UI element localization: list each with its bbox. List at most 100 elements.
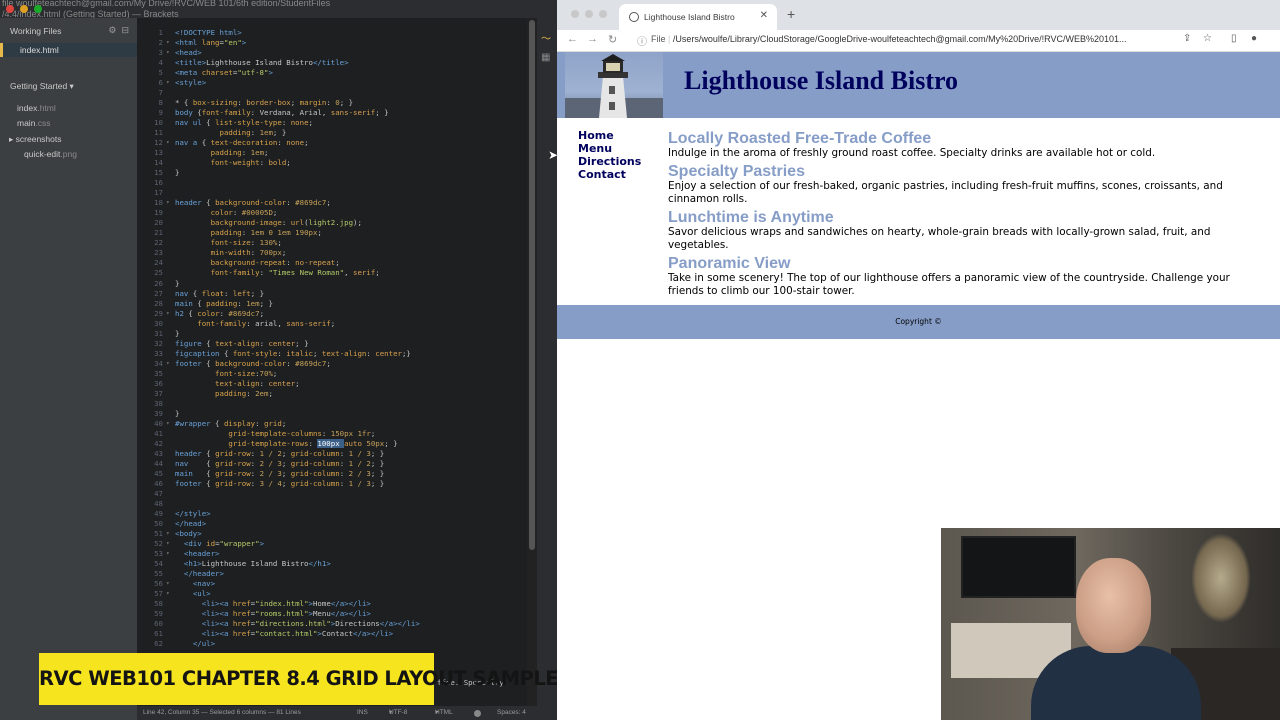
code-line[interactable]: </ul>: [175, 639, 215, 648]
language-select[interactable]: HTML ▾: [435, 706, 453, 720]
sidepanel-icon[interactable]: ▯: [1231, 33, 1237, 44]
code-line[interactable]: <div id="wrapper">: [175, 539, 264, 548]
code-line[interactable]: footer { background-color: #869dc7;: [175, 359, 331, 368]
close-tab-icon[interactable]: ✕: [760, 10, 768, 21]
gear-icon[interactable]: ⚙: [108, 25, 116, 35]
code-line[interactable]: <title>Lighthouse Island Bistro</title>: [175, 58, 349, 67]
code-line[interactable]: <style>: [175, 78, 206, 87]
browser-tab[interactable]: Lighthouse Island Bistro ✕: [619, 4, 777, 30]
profile-icon[interactable]: ●: [1251, 33, 1257, 44]
code-line[interactable]: <html lang="en">: [175, 38, 246, 47]
fold-arrow-icon[interactable]: ▾: [166, 39, 170, 46]
fold-arrow-icon[interactable]: ▾: [166, 360, 170, 367]
url-field[interactable]: File | /Users/woulfe/Library/CloudStorag…: [651, 34, 1127, 44]
code-line[interactable]: background-repeat: no-repeat;: [175, 258, 340, 267]
fold-arrow-icon[interactable]: ▾: [166, 420, 170, 427]
new-tab-icon[interactable]: +: [787, 6, 795, 22]
nav-link-home[interactable]: Home: [578, 129, 641, 142]
indent-setting[interactable]: Spaces: 4: [497, 706, 526, 720]
code-line[interactable]: </head>: [175, 519, 206, 528]
code-line[interactable]: color: #00005D;: [175, 208, 278, 217]
code-line[interactable]: nav ul { list-style-type: none;: [175, 118, 313, 127]
code-line[interactable]: figure { text-align: center; }: [175, 339, 309, 348]
maximize-window-icon[interactable]: [34, 5, 42, 13]
code-line[interactable]: footer { grid-row: 3 / 4; grid-column: 1…: [175, 479, 384, 488]
code-line[interactable]: <body>: [175, 529, 202, 538]
share-icon[interactable]: ⇪: [1183, 33, 1191, 44]
working-file-index[interactable]: index.html: [20, 45, 59, 55]
fold-arrow-icon[interactable]: ▾: [166, 49, 170, 56]
code-line[interactable]: nav a { text-decoration: none;: [175, 138, 309, 147]
encoding-select[interactable]: UTF-8 ▾: [389, 706, 407, 720]
fold-arrow-icon[interactable]: ▾: [166, 310, 170, 317]
code-line[interactable]: header { background-color: #869dc7;: [175, 198, 331, 207]
insert-mode[interactable]: INS: [357, 706, 368, 720]
fold-arrow-icon[interactable]: ▾: [166, 590, 170, 597]
code-line[interactable]: text-align: center;: [175, 379, 300, 388]
code-line[interactable]: <li><a href="directions.html">Directions…: [175, 619, 420, 628]
code-line[interactable]: <li><a href="index.html">Home</a></li>: [175, 599, 371, 608]
nav-link-contact[interactable]: Contact: [578, 168, 641, 181]
nav-link-directions[interactable]: Directions: [578, 155, 641, 168]
code-line[interactable]: font-size:70%;: [175, 369, 277, 378]
info-icon[interactable]: ⓘ: [637, 33, 647, 48]
code-line[interactable]: }: [175, 279, 179, 288]
code-line[interactable]: }: [175, 329, 179, 338]
code-line[interactable]: <meta charset="utf-8">: [175, 68, 273, 77]
code-line[interactable]: min-width: 700px;: [175, 248, 287, 257]
code-line[interactable]: <li><a href="contact.html">Contact</a></…: [175, 629, 393, 638]
file-tree-item-main-css[interactable]: main.css: [17, 118, 51, 128]
code-line[interactable]: <!DOCTYPE html>: [175, 28, 242, 37]
fold-arrow-icon[interactable]: ▾: [166, 530, 170, 537]
code-line[interactable]: <h1>Lighthouse Island Bistro</h1>: [175, 559, 331, 568]
code-line[interactable]: * { box-sizing: border-box; margin: 0; }: [175, 98, 353, 107]
code-line[interactable]: }: [175, 409, 179, 418]
fold-arrow-icon[interactable]: ▾: [166, 139, 170, 146]
fold-arrow-icon[interactable]: ▾: [166, 79, 170, 86]
code-line[interactable]: </style>: [175, 509, 211, 518]
forward-icon[interactable]: →: [587, 33, 598, 45]
code-line[interactable]: main { padding: 1em; }: [175, 299, 273, 308]
code-line[interactable]: padding: 1em;: [175, 148, 269, 157]
code-line[interactable]: nav { float: left; }: [175, 289, 264, 298]
project-dropdown[interactable]: Getting Started ▾: [10, 81, 74, 92]
fold-arrow-icon[interactable]: ▾: [166, 550, 170, 557]
code-line[interactable]: h2 { color: #869dc7;: [175, 309, 264, 318]
split-view-icon[interactable]: ⊟: [121, 25, 129, 35]
code-line[interactable]: #wrapper { display: grid;: [175, 419, 286, 428]
bookmark-star-icon[interactable]: ☆: [1203, 33, 1212, 44]
fold-arrow-icon[interactable]: ▾: [166, 199, 170, 206]
code-line[interactable]: <ul>: [175, 589, 211, 598]
minimize-window-icon[interactable]: [585, 10, 593, 18]
editor-scrollbar-thumb[interactable]: [529, 20, 535, 550]
code-line[interactable]: padding: 1em; }: [175, 128, 287, 137]
code-line[interactable]: font-size: 130%;: [175, 238, 282, 247]
reload-icon[interactable]: ↻: [608, 33, 617, 46]
folder-screenshots[interactable]: ▸ screenshots: [9, 134, 62, 145]
fold-arrow-icon[interactable]: ▾: [166, 540, 170, 547]
nav-link-menu[interactable]: Menu: [578, 142, 641, 155]
code-line[interactable]: <nav>: [175, 579, 215, 588]
back-icon[interactable]: ←: [567, 33, 578, 45]
code-line[interactable]: }: [175, 168, 179, 177]
code-line[interactable]: </header>: [175, 569, 224, 578]
code-line[interactable]: <head>: [175, 48, 202, 57]
extension-manager-icon[interactable]: ▦: [541, 52, 550, 63]
code-line[interactable]: font-family: "Times New Roman", serif;: [175, 268, 380, 277]
live-preview-icon[interactable]: 〜: [541, 30, 551, 45]
code-line[interactable]: <li><a href="rooms.html">Menu</a></li>: [175, 609, 371, 618]
code-line[interactable]: header { grid-row: 1 / 2; grid-column: 1…: [175, 449, 384, 458]
code-line[interactable]: nav { grid-row: 2 / 3; grid-column: 1 / …: [175, 459, 384, 468]
code-line[interactable]: body {font-family: Verdana, Arial, sans-…: [175, 108, 389, 117]
linter-status-icon[interactable]: [474, 710, 481, 717]
close-window-icon[interactable]: [6, 5, 14, 13]
file-tree-item-index[interactable]: index.html: [17, 103, 56, 113]
code-line[interactable]: figcaption { font-style: italic; text-al…: [175, 349, 411, 358]
file-tree-item-quick-edit[interactable]: quick-edit.png: [24, 149, 77, 159]
code-line[interactable]: grid-template-rows: 100px auto 50px; }: [175, 438, 398, 448]
minimize-window-icon[interactable]: [20, 5, 28, 13]
code-line[interactable]: grid-template-columns: 150px 1fr;: [175, 429, 375, 438]
close-window-icon[interactable]: [571, 10, 579, 18]
code-line[interactable]: padding: 1em 0 1em 190px;: [175, 228, 322, 237]
code-line[interactable]: font-weight: bold;: [175, 158, 291, 167]
